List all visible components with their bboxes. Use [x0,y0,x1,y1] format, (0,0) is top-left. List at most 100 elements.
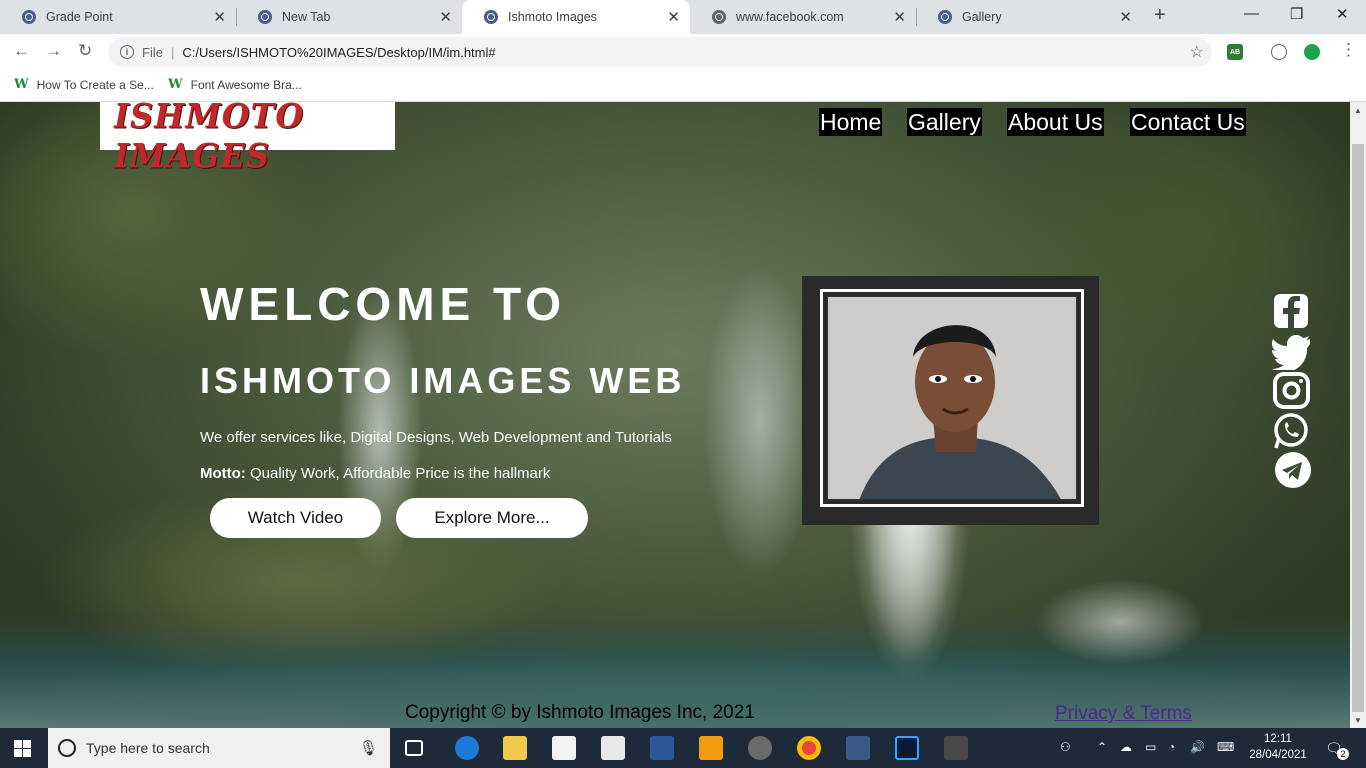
photo-app-icon[interactable] [846,736,870,760]
chrome-favicon-icon [22,10,36,24]
site-logo[interactable]: ISHMOTO IMAGES [100,102,395,176]
close-icon[interactable]: ✕ [893,8,906,26]
windows-taskbar: Type here to search 🎙 ⚇ ⌃ ☁ ▭ ◔ 🔊 ⌨ 12:1… [0,728,1366,768]
nav-contact-us[interactable]: Contact Us [1130,108,1246,136]
people-icon[interactable]: ⚇ [1060,740,1071,754]
forward-arrow-icon[interactable]: → [45,41,62,61]
task-view-icon[interactable] [405,740,423,756]
w3-logo-icon: W [14,77,29,92]
close-icon[interactable]: ✕ [213,8,226,26]
instagram-icon[interactable] [1272,372,1312,410]
explore-more-button[interactable]: Explore More... [396,498,588,538]
scroll-down-arrow-icon[interactable]: ▼ [1354,716,1362,725]
battery-icon[interactable]: ▭ [1145,740,1156,754]
watch-video-button[interactable]: Watch Video [210,498,381,538]
window-close-icon[interactable]: ✕ [1336,5,1349,23]
tab-label: Grade Point [46,10,113,24]
restore-icon[interactable]: ❐ [1290,5,1303,23]
close-icon[interactable]: ✕ [667,8,680,26]
taskbar-search-box[interactable]: Type here to search 🎙 [48,728,390,768]
globe-icon [712,10,726,24]
hero-description: We offer services like, Digital Designs,… [200,429,672,446]
profile-icon[interactable] [1271,44,1287,60]
w3-logo-icon: W [168,77,183,92]
nav-gallery[interactable]: Gallery [907,108,982,136]
tab-new-tab[interactable]: New Tab ✕ [236,0,462,34]
edge-icon[interactable] [455,736,479,760]
microphone-icon[interactable]: 🎙 [359,739,378,757]
portrait-illustration [859,325,1061,499]
back-arrow-icon[interactable]: ← [13,41,30,61]
wifi-icon[interactable]: ◔ [1168,740,1175,754]
scroll-up-arrow-icon[interactable]: ▲ [1354,106,1362,115]
tab-strip: Grade Point ✕ New Tab ✕ Ishmoto Images ✕… [0,0,1366,34]
store-icon[interactable] [552,736,576,760]
bookmark-label: How To Create a Se... [36,77,154,92]
photos-icon[interactable] [944,736,968,760]
divider: | [170,44,175,60]
twitter-icon[interactable] [1272,332,1312,370]
close-icon[interactable]: ✕ [1119,8,1132,26]
brave-icon[interactable] [748,736,772,760]
address-bar[interactable]: i File | C:/Users/ISHMOTO%20IMAGES/Deskt… [108,37,1212,67]
minimize-icon[interactable]: — [1244,5,1259,22]
telegram-icon[interactable] [1272,452,1312,490]
new-tab-plus-icon[interactable]: + [1154,4,1166,27]
scroll-thumb[interactable] [1352,144,1364,712]
photoshop-icon[interactable] [895,736,919,760]
clock-date: 28/04/2021 [1249,749,1307,761]
privacy-terms-link[interactable]: Privacy & Terms [1055,703,1192,725]
motto-label: Motto: [200,465,246,482]
windows-start-icon[interactable] [14,740,31,757]
profile-photo-frame [802,276,1099,525]
tab-label: www.facebook.com [736,10,844,24]
profile-portrait [827,296,1077,500]
tab-gallery[interactable]: Gallery ✕ [916,0,1142,34]
chrome-icon[interactable] [797,736,821,760]
tab-label: Gallery [962,10,1002,24]
sublime-text-icon[interactable] [699,736,723,760]
photo-border [820,289,1084,507]
url-text[interactable]: C:/Users/ISHMOTO%20IMAGES/Desktop/IM/im.… [182,45,495,60]
hero-motto: Motto: Quality Work, Affordable Price is… [200,465,550,482]
chrome-favicon-icon [258,10,272,24]
notification-count-badge: 2 [1337,748,1349,760]
cortana-icon [58,739,76,757]
file-explorer-icon[interactable] [503,736,527,760]
info-icon[interactable]: i [120,45,134,59]
mail-icon[interactable] [601,736,625,760]
menu-dots-icon[interactable]: ⋮ [1340,40,1357,60]
show-hidden-icons-icon[interactable]: ⌃ [1097,740,1107,754]
volume-icon[interactable]: 🔊 [1190,740,1205,754]
nav-home[interactable]: Home [819,108,883,136]
shield-check-icon[interactable] [1304,44,1320,60]
bookmark-item[interactable]: W How To Create a Se... [14,77,154,92]
tab-ishmoto-images[interactable]: Ishmoto Images ✕ [462,0,690,34]
bookmark-label: Font Awesome Bra... [190,77,302,92]
search-placeholder: Type here to search [86,740,210,756]
motto-text: Quality Work, Affordable Price is the ha… [245,465,551,482]
tab-facebook[interactable]: www.facebook.com ✕ [690,0,916,34]
browser-toolbar: ← → ↻ i File | C:/Users/ISHMOTO%20IMAGES… [0,34,1366,70]
facebook-icon[interactable] [1272,292,1312,330]
page-scrollbar[interactable]: ▲ ▼ [1350,102,1366,729]
tab-grade-point[interactable]: Grade Point ✕ [0,0,236,34]
nav-about-us[interactable]: About Us [1007,108,1104,136]
system-clock[interactable]: 12:11 28/04/2021 [1247,731,1309,763]
bookmark-item[interactable]: W Font Awesome Bra... [168,77,302,92]
close-icon[interactable]: ✕ [439,8,452,26]
logo-text: ISHMOTO IMAGES [114,102,305,176]
footer-copyright: Copyright © by Ishmoto Images Inc, 2021 [405,702,755,723]
word-icon[interactable] [650,736,674,760]
whatsapp-icon[interactable] [1272,412,1312,450]
tab-label: New Tab [282,10,331,24]
chrome-favicon-icon [938,10,952,24]
reload-icon[interactable]: ↻ [78,41,92,61]
onedrive-icon[interactable]: ☁ [1120,740,1132,754]
chrome-favicon-icon [484,10,498,24]
clock-time: 12:11 [1264,733,1292,745]
hero-section: ISHMOTO IMAGES Home Gallery About Us Con… [0,102,1350,729]
keyboard-icon[interactable]: ⌨ [1217,740,1234,754]
adblock-icon[interactable]: AB [1227,44,1243,60]
bookmark-star-icon[interactable]: ☆ [1190,42,1204,62]
